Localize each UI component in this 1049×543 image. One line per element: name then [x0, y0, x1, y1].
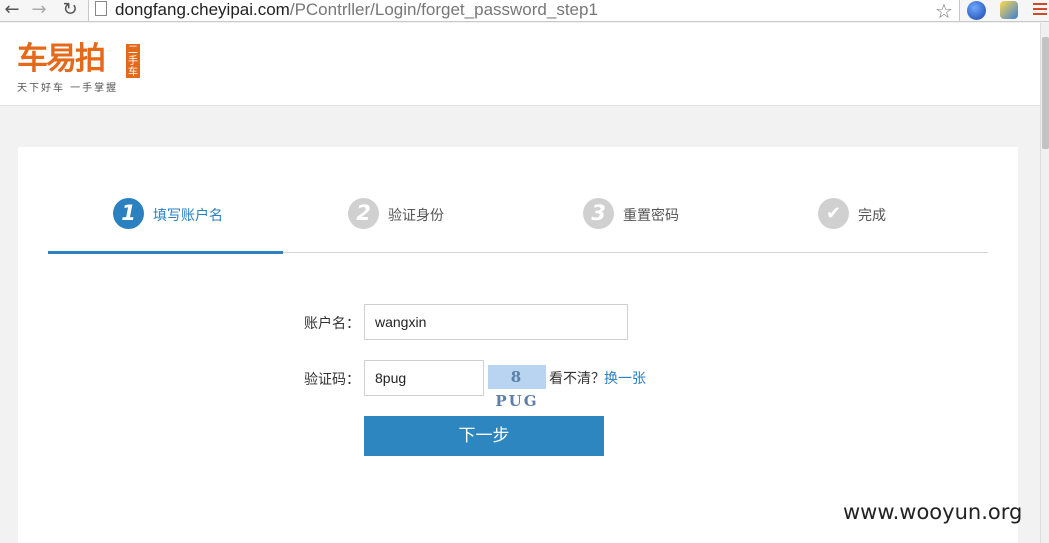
reload-icon[interactable]: ↻ — [58, 0, 82, 22]
captcha-hint: 看不清？ — [549, 371, 605, 387]
browser-toolbar: ← → ↻ dongfang.cheyipai.com/PContrller/L… — [0, 0, 1049, 23]
step-2-number: 2 — [348, 198, 379, 229]
step-1-label: 填写账户名 — [153, 208, 223, 224]
url-host: dongfang.cheyipai.com — [115, 0, 290, 19]
forward-arrow-icon[interactable]: → — [27, 0, 51, 22]
step-progress: 1 填写账户名 2 验证身份 3 重置密码 ✔ 完成 — [48, 187, 988, 254]
step-4-label: 完成 — [858, 208, 886, 224]
account-label: 账户名： — [304, 316, 360, 332]
logo-text: 车易拍 — [17, 41, 106, 77]
extension-icon[interactable] — [1000, 1, 1018, 19]
logo-badge: 二手车 — [126, 44, 140, 78]
url-text[interactable]: dongfang.cheyipai.com/PContrller/Login/f… — [115, 0, 598, 20]
url-path: /PContrller/Login/forget_password_step1 — [289, 0, 598, 19]
step-2-label: 验证身份 — [388, 208, 444, 224]
step-4: ✔ 完成 — [753, 187, 988, 253]
step-3-number: 3 — [583, 198, 614, 229]
step-3-label: 重置密码 — [623, 208, 679, 224]
back-arrow-icon[interactable]: ← — [0, 0, 24, 22]
next-step-button[interactable]: 下一步 — [364, 416, 604, 456]
step-1-number: 1 — [113, 198, 144, 229]
captcha-input[interactable]: 8pug — [364, 360, 484, 396]
checkmark-icon: ✔ — [818, 198, 849, 229]
site-header: 车易拍 二手车 天下好车 一手掌握 — [0, 23, 1040, 106]
logo-slogan: 天下好车 一手掌握 — [17, 83, 119, 94]
page-icon — [95, 1, 107, 16]
menu-icon[interactable] — [1033, 3, 1047, 17]
account-input[interactable]: wangxin — [364, 304, 628, 340]
step-2: 2 验证身份 — [283, 187, 518, 253]
address-bar[interactable]: dongfang.cheyipai.com/PContrller/Login/f… — [88, 0, 960, 22]
bookmark-star-icon[interactable]: ☆ — [935, 0, 953, 23]
forget-password-card: 1 填写账户名 2 验证身份 3 重置密码 ✔ 完成 账户名： wangxin … — [18, 147, 1018, 543]
scroll-thumb[interactable] — [1042, 37, 1049, 149]
captcha-label: 验证码： — [304, 372, 360, 388]
scrollbar[interactable] — [1040, 23, 1049, 543]
watermark: www.wooyun.org — [843, 500, 1023, 524]
step-1: 1 填写账户名 — [48, 187, 283, 254]
refresh-captcha-link[interactable]: 换一张 — [604, 368, 646, 388]
step-3: 3 重置密码 — [518, 187, 753, 253]
globe-extension-icon[interactable] — [967, 1, 986, 20]
logo[interactable]: 车易拍 二手车 天下好车 一手掌握 — [17, 41, 140, 94]
captcha-image[interactable]: 8 PUG — [488, 365, 546, 410]
